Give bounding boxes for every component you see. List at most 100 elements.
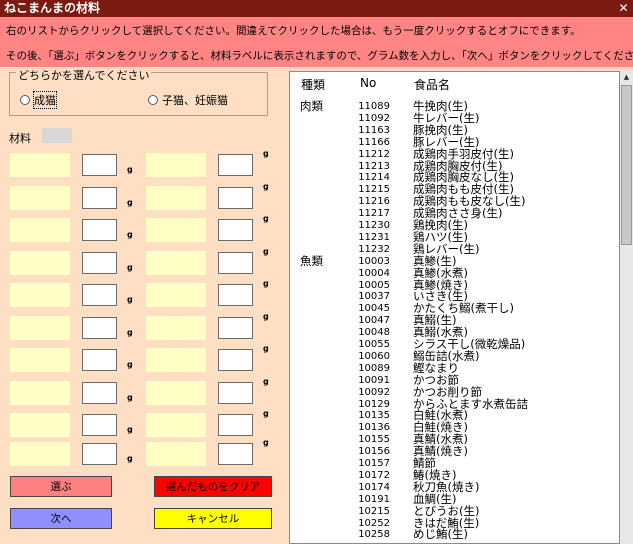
header-category: 種類 xyxy=(301,78,326,92)
grams-input-right[interactable] xyxy=(218,443,253,465)
grams-input-left[interactable] xyxy=(82,349,117,371)
grams-input-right[interactable] xyxy=(218,154,253,176)
food-no: 10055 xyxy=(358,339,390,350)
food-no: 10157 xyxy=(358,458,390,469)
unit-label: g xyxy=(127,393,133,402)
food-no: 11092 xyxy=(358,112,390,124)
materials-label-box xyxy=(42,128,72,143)
cancel-button[interactable]: キャンセル xyxy=(154,508,272,529)
food-no: 10155 xyxy=(358,434,390,446)
food-no: 10037 xyxy=(358,291,390,303)
materials-label: 材料 xyxy=(9,132,31,145)
food-name: かつお削り節 xyxy=(413,384,482,399)
food-no: 10136 xyxy=(358,422,390,434)
grams-input-left[interactable] xyxy=(82,219,117,241)
food-no: 11231 xyxy=(358,231,390,243)
food-no: 11214 xyxy=(358,172,390,184)
food-no: 10045 xyxy=(358,303,390,315)
grams-input-right[interactable] xyxy=(218,284,253,306)
select-button[interactable]: 選ぶ xyxy=(10,476,112,497)
food-no: 10047 xyxy=(358,315,390,327)
radio-kitten-pregnant-label: 子猫、妊娠猫 xyxy=(162,94,228,107)
material-label-left xyxy=(10,283,70,307)
list-item[interactable]: 10258 めじ鮪(生) xyxy=(290,527,619,542)
title-bar: ねこまんまの材料 ✕ xyxy=(0,0,633,17)
grams-input-left[interactable] xyxy=(82,252,117,274)
scroll-thumb[interactable] xyxy=(621,85,632,245)
food-no: 11212 xyxy=(358,148,390,160)
unit-label: g xyxy=(263,149,269,158)
food-name: 成鶏肉手羽皮付(生) xyxy=(413,146,514,161)
unit-label: g xyxy=(263,438,269,447)
material-label-right xyxy=(146,316,206,340)
header-name: 食品名 xyxy=(414,78,451,92)
food-no: 10091 xyxy=(358,374,390,386)
instruction-banner: 右のリストからクリックして選択してください。間違えてクリックした場合は、もう一度… xyxy=(0,17,633,67)
food-no: 10174 xyxy=(358,481,390,493)
unit-label: g xyxy=(263,214,269,223)
grams-input-right[interactable] xyxy=(218,187,253,209)
material-label-left xyxy=(10,442,70,466)
list-scrollbar[interactable]: ▲ xyxy=(620,71,633,544)
material-label-right xyxy=(146,218,206,242)
grams-input-right[interactable] xyxy=(218,317,253,339)
food-category: 肉類 xyxy=(300,99,323,113)
unit-label: g xyxy=(127,198,133,207)
unit-label: g xyxy=(263,377,269,386)
list-item[interactable]: 11212 成鶏肉手羽皮付(生) xyxy=(290,146,619,161)
grams-input-right[interactable] xyxy=(218,382,253,404)
grams-input-left[interactable] xyxy=(82,284,117,306)
material-label-right xyxy=(146,153,206,177)
unit-label: g xyxy=(127,360,133,369)
food-no: 10258 xyxy=(358,529,390,541)
food-category: 魚類 xyxy=(300,253,323,268)
radio-kitten-pregnant[interactable]: 子猫、妊娠猫 xyxy=(148,92,228,108)
scroll-up-icon[interactable]: ▲ xyxy=(621,72,632,83)
list-item[interactable]: 10092 かつお削り節 xyxy=(290,384,619,399)
clear-selection-button[interactable]: 選んだものをクリア xyxy=(154,476,272,497)
unit-label: g xyxy=(263,247,269,256)
material-label-right xyxy=(146,348,206,372)
unit-label: g xyxy=(263,312,269,321)
food-no: 10004 xyxy=(358,267,390,279)
close-icon[interactable]: ✕ xyxy=(617,2,630,15)
food-no: 10089 xyxy=(358,362,390,374)
grams-input-left[interactable] xyxy=(82,317,117,339)
food-no: 10156 xyxy=(358,446,390,458)
material-label-left xyxy=(10,153,70,177)
food-no: 10129 xyxy=(358,398,390,410)
material-label-left xyxy=(10,251,70,275)
unit-label: g xyxy=(263,409,269,418)
grams-input-left[interactable] xyxy=(82,187,117,209)
unit-label: g xyxy=(263,344,269,353)
food-no: 10172 xyxy=(358,469,390,481)
radio-circle-icon xyxy=(148,95,158,105)
material-label-left xyxy=(10,381,70,405)
grams-input-left[interactable] xyxy=(82,154,117,176)
grams-input-left[interactable] xyxy=(82,382,117,404)
food-no: 10005 xyxy=(358,279,390,291)
material-label-right xyxy=(146,442,206,466)
material-label-right xyxy=(146,283,206,307)
list-item[interactable]: 10004 真鯵(水煮) xyxy=(290,267,619,279)
food-no: 11215 xyxy=(358,184,390,196)
next-button[interactable]: 次へ xyxy=(10,508,112,529)
list-item[interactable]: 10156 真鯖(焼き) xyxy=(290,445,619,458)
food-no: 11230 xyxy=(358,220,390,231)
list-item[interactable]: 10215 とびうお(生) xyxy=(290,505,619,517)
grams-input-right[interactable] xyxy=(218,414,253,436)
unit-label: g xyxy=(127,328,133,337)
grams-input-right[interactable] xyxy=(218,252,253,274)
material-label-left xyxy=(10,186,70,210)
grams-input-right[interactable] xyxy=(218,219,253,241)
material-label-right xyxy=(146,251,206,275)
grams-input-left[interactable] xyxy=(82,443,117,465)
radio-adult-cat[interactable]: 成猫 xyxy=(20,91,57,109)
food-name: めじ鮪(生) xyxy=(413,527,468,542)
food-list[interactable]: 種類 No 食品名 肉類 11089 牛挽肉(生) 11092 牛レバー(生) 11163… xyxy=(289,71,620,544)
unit-label: g xyxy=(263,279,269,288)
grams-input-right[interactable] xyxy=(218,349,253,371)
food-no: 10092 xyxy=(358,386,390,398)
grams-input-left[interactable] xyxy=(82,414,117,436)
material-label-left xyxy=(10,413,70,437)
